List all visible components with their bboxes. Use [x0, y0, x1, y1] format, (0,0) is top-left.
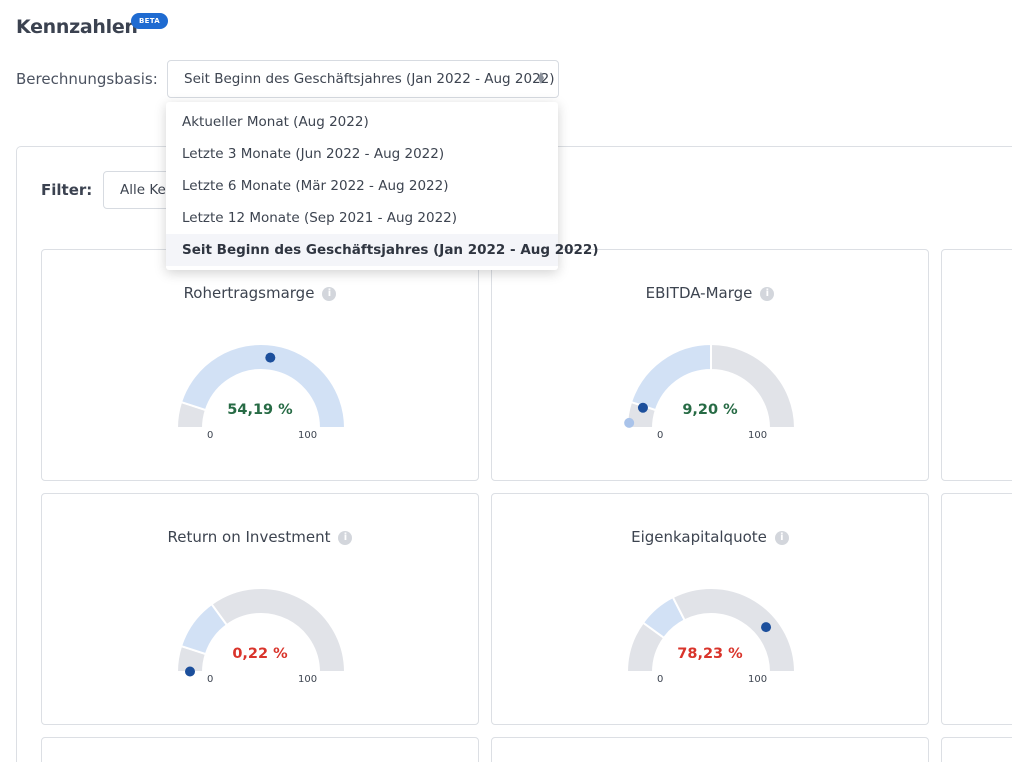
- gauge-marker: [265, 352, 276, 363]
- gauge-min-label: 0: [657, 674, 664, 685]
- gauge-marker: [761, 622, 772, 633]
- gauge-max-label: 100: [748, 430, 768, 441]
- gauge-chart: [624, 342, 797, 429]
- gauge-chart: [175, 343, 347, 429]
- filter-label: Filter:: [41, 181, 93, 199]
- gauge-value: 54,19 %: [227, 402, 293, 418]
- kpi-card: Return on Investment i 0,22 % 0 100: [41, 493, 479, 725]
- gauge-max-label: 100: [298, 430, 318, 441]
- gauge-chart: [625, 587, 797, 673]
- basis-select-value: Seit Beginn des Geschäftsjahres (Jan 202…: [184, 71, 555, 87]
- gauge-max-label: 100: [748, 674, 768, 685]
- kpi-card: Rohertragsmarge i 54,19 % 0 100: [41, 249, 479, 481]
- basis-label: Berechnungsbasis:: [16, 70, 158, 88]
- basis-select[interactable]: Seit Beginn des Geschäftsjahres (Jan 202…: [167, 60, 559, 98]
- kpi-card-partial: [941, 249, 1012, 481]
- kpi-card-partial: [941, 493, 1012, 725]
- basis-option[interactable]: Letzte 3 Monate (Jun 2022 - Aug 2022): [166, 138, 558, 170]
- gauge-marker: [185, 666, 196, 677]
- gauge-marker-secondary: [624, 417, 635, 428]
- page-title: Kennzahlen: [16, 16, 138, 38]
- basis-option-selected[interactable]: Seit Beginn des Geschäftsjahres (Jan 202…: [166, 234, 598, 266]
- basis-option[interactable]: Aktueller Monat (Aug 2022): [166, 106, 558, 138]
- kpi-card-partial: [941, 737, 1012, 762]
- kpi-card-partial: [491, 737, 929, 762]
- basis-option[interactable]: Letzte 12 Monate (Sep 2021 - Aug 2022): [166, 202, 558, 234]
- select-arrows-icon: ▲ ▼: [537, 70, 544, 85]
- gauge-value: 78,23 %: [677, 646, 743, 662]
- basis-dropdown-menu: Aktueller Monat (Aug 2022) Letzte 3 Mona…: [166, 102, 598, 270]
- gauge-min-label: 0: [207, 430, 214, 441]
- gauge-segment: [629, 342, 712, 412]
- beta-badge: BETA: [131, 13, 168, 29]
- gauge-value: 9,20 %: [682, 402, 738, 418]
- gauge-max-label: 100: [298, 674, 318, 685]
- kpi-card: EBITDA-Marge i 9,20 % 0 100: [491, 249, 929, 481]
- basis-option[interactable]: Letzte 6 Monate (Mär 2022 - Aug 2022): [166, 170, 558, 202]
- gauge-value: 0,22 %: [232, 646, 288, 662]
- gauge-chart: [175, 587, 347, 677]
- kpi-card: Eigenkapitalquote i 78,23 % 0 100: [491, 493, 929, 725]
- gauge-min-label: 0: [207, 674, 214, 685]
- kpi-card-partial: [41, 737, 479, 762]
- gauge-min-label: 0: [657, 430, 664, 441]
